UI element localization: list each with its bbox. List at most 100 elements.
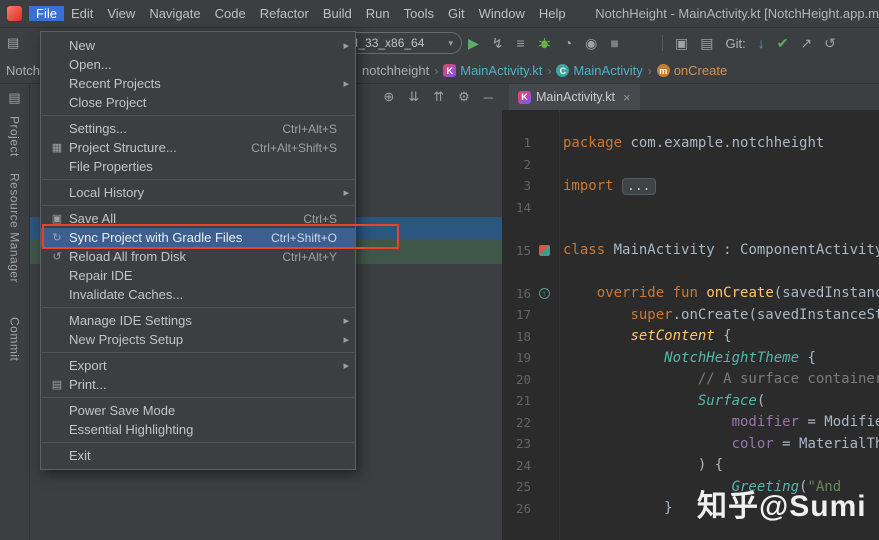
line-gutter[interactable]: 22: [503, 415, 555, 430]
menu-item-new-projects-setup[interactable]: New Projects Setup▸: [41, 330, 355, 349]
line-gutter[interactable]: 18: [503, 329, 555, 344]
line-number: 20: [503, 372, 531, 387]
line-gutter[interactable]: 15: [503, 243, 555, 258]
menu-help[interactable]: Help: [532, 6, 573, 21]
line-gutter[interactable]: 17: [503, 307, 555, 322]
menu-item-print[interactable]: ▤Print...: [41, 375, 355, 394]
stop-icon[interactable]: ■: [610, 36, 618, 50]
menu-item-label: Repair IDE: [69, 268, 133, 283]
line-gutter[interactable]: 16 ↑: [503, 286, 555, 301]
code-text: Surface(: [555, 393, 765, 409]
line-gutter[interactable]: 14: [503, 200, 555, 215]
reload-icon: ↺: [47, 250, 67, 263]
line-gutter[interactable]: 3: [503, 178, 555, 193]
apply-changes-icon[interactable]: ↯: [492, 36, 504, 50]
coverage-icon[interactable]: ◉: [585, 36, 597, 50]
menu-item-repair-ide[interactable]: Repair IDE: [41, 266, 355, 285]
menu-item-settings[interactable]: Settings... Ctrl+Alt+S: [41, 119, 355, 138]
device-manager-icon[interactable]: ▣: [675, 36, 688, 50]
line-gutter[interactable]: 26: [503, 501, 555, 516]
line-gutter[interactable]: 21: [503, 393, 555, 408]
debug-icon[interactable]: [538, 37, 551, 50]
breadcrumb-mainactivity-kt[interactable]: KMainActivity.kt: [443, 63, 542, 78]
git-history-icon[interactable]: ↺: [824, 36, 836, 50]
menu-item-export[interactable]: Export▸: [41, 356, 355, 375]
menu-git[interactable]: Git: [441, 6, 472, 21]
line-gutter[interactable]: 23: [503, 436, 555, 451]
menu-item-shortcut: Ctrl+Alt+S: [264, 122, 337, 136]
menu-item-invalidate-caches[interactable]: Invalidate Caches...: [41, 285, 355, 304]
logcat-icon[interactable]: ▤: [700, 36, 713, 50]
menu-separator: [42, 179, 354, 180]
breadcrumb-notchheight[interactable]: notchheight: [362, 63, 429, 78]
menu-file[interactable]: File: [29, 6, 64, 21]
run-toolbar-group: ▶ ↯ ≡ ◔ ◉ ■: [468, 28, 619, 58]
code-text: modifier = Modifier: [555, 414, 879, 430]
line-gutter[interactable]: 20: [503, 372, 555, 387]
line-number: 16: [503, 286, 531, 301]
open-folder-icon[interactable]: ▤: [7, 35, 19, 51]
locate-file-icon[interactable]: ⊕: [383, 89, 394, 105]
run-icon[interactable]: ▶: [468, 36, 479, 50]
menu-item-power-save-mode[interactable]: Power Save Mode: [41, 401, 355, 420]
menu-item-open[interactable]: Open...: [41, 55, 355, 74]
line-number: 26: [503, 501, 531, 516]
toolbar-separator: [662, 35, 663, 51]
settings-gear-icon[interactable]: ⚙: [458, 89, 470, 105]
collapse-all-icon[interactable]: ⇈: [433, 89, 444, 105]
menu-view[interactable]: View: [100, 6, 142, 21]
menu-build[interactable]: Build: [316, 6, 359, 21]
hide-panel-icon[interactable]: ─: [484, 90, 493, 105]
code-editor[interactable]: 1package com.example.notchheight23import…: [503, 110, 879, 540]
submenu-arrow-icon: ▸: [337, 39, 349, 52]
menu-item-label: Power Save Mode: [69, 403, 175, 418]
menu-item-project-structure[interactable]: ▦Project Structure...Ctrl+Alt+Shift+S: [41, 138, 355, 157]
menu-item-exit[interactable]: Exit: [41, 446, 355, 465]
menu-refactor[interactable]: Refactor: [253, 6, 316, 21]
profiler-icon[interactable]: ≡: [517, 36, 525, 50]
tool-window-button-resource-manager[interactable]: Resource Manager: [8, 173, 22, 283]
close-tab-icon[interactable]: ×: [623, 90, 631, 105]
line-gutter[interactable]: 1: [503, 135, 555, 150]
menu-item-label: Settings...: [69, 121, 127, 136]
menu-edit[interactable]: Edit: [64, 6, 100, 21]
menu-item-label: Open...: [69, 57, 112, 72]
code-line: 16↑ override fun onCreate(savedInstance: [503, 283, 879, 305]
breadcrumb-oncreate[interactable]: monCreate: [657, 63, 727, 78]
code-text: }: [555, 500, 673, 516]
submenu-arrow-icon: ▸: [337, 77, 349, 90]
expand-all-icon[interactable]: ⇊: [408, 89, 419, 105]
menu-window[interactable]: Window: [472, 6, 532, 21]
gutter-marker-slot: [536, 245, 552, 256]
menu-code[interactable]: Code: [208, 6, 253, 21]
menu-item-recent-projects[interactable]: Recent Projects▸: [41, 74, 355, 93]
menu-item-manage-ide-settings[interactable]: Manage IDE Settings▸: [41, 311, 355, 330]
tool-window-button-project[interactable]: Project: [8, 116, 22, 157]
line-gutter[interactable]: 25: [503, 479, 555, 494]
breadcrumb-mainactivity[interactable]: CMainActivity: [556, 63, 642, 78]
menu-item-new[interactable]: New▸: [41, 36, 355, 55]
menu-item-label: Close Project: [69, 95, 146, 110]
menu-item-local-history[interactable]: Local History▸: [41, 183, 355, 202]
menu-item-close-project[interactable]: Close Project: [41, 93, 355, 112]
profile-app-icon[interactable]: ◔: [564, 36, 572, 50]
line-gutter[interactable]: 24: [503, 458, 555, 473]
menu-item-reload-all-from-disk[interactable]: ↺Reload All from DiskCtrl+Alt+Y: [41, 247, 355, 266]
submenu-arrow-icon: ▸: [337, 314, 349, 327]
overriding-method-gutter-icon[interactable]: ↑: [539, 288, 550, 299]
line-gutter[interactable]: 2: [503, 157, 555, 172]
line-gutter[interactable]: 19: [503, 350, 555, 365]
menu-item-essential-highlighting[interactable]: Essential Highlighting: [41, 420, 355, 439]
git-push-icon[interactable]: ↗: [800, 36, 812, 50]
git-update-icon[interactable]: ↓: [758, 36, 765, 50]
editor-tab-mainactivity[interactable]: K MainActivity.kt ×: [509, 84, 640, 110]
menu-navigate[interactable]: Navigate: [142, 6, 207, 21]
menu-item-file-properties[interactable]: File Properties: [41, 157, 355, 176]
tool-window-button-commit[interactable]: Commit: [8, 317, 22, 361]
git-label: Git:: [725, 36, 745, 51]
menu-run[interactable]: Run: [359, 6, 397, 21]
menu-tools[interactable]: Tools: [397, 6, 441, 21]
git-commit-icon[interactable]: ✔: [777, 36, 789, 50]
code-text: import ...: [555, 178, 656, 194]
code-line: 22 modifier = Modifier: [503, 412, 879, 434]
